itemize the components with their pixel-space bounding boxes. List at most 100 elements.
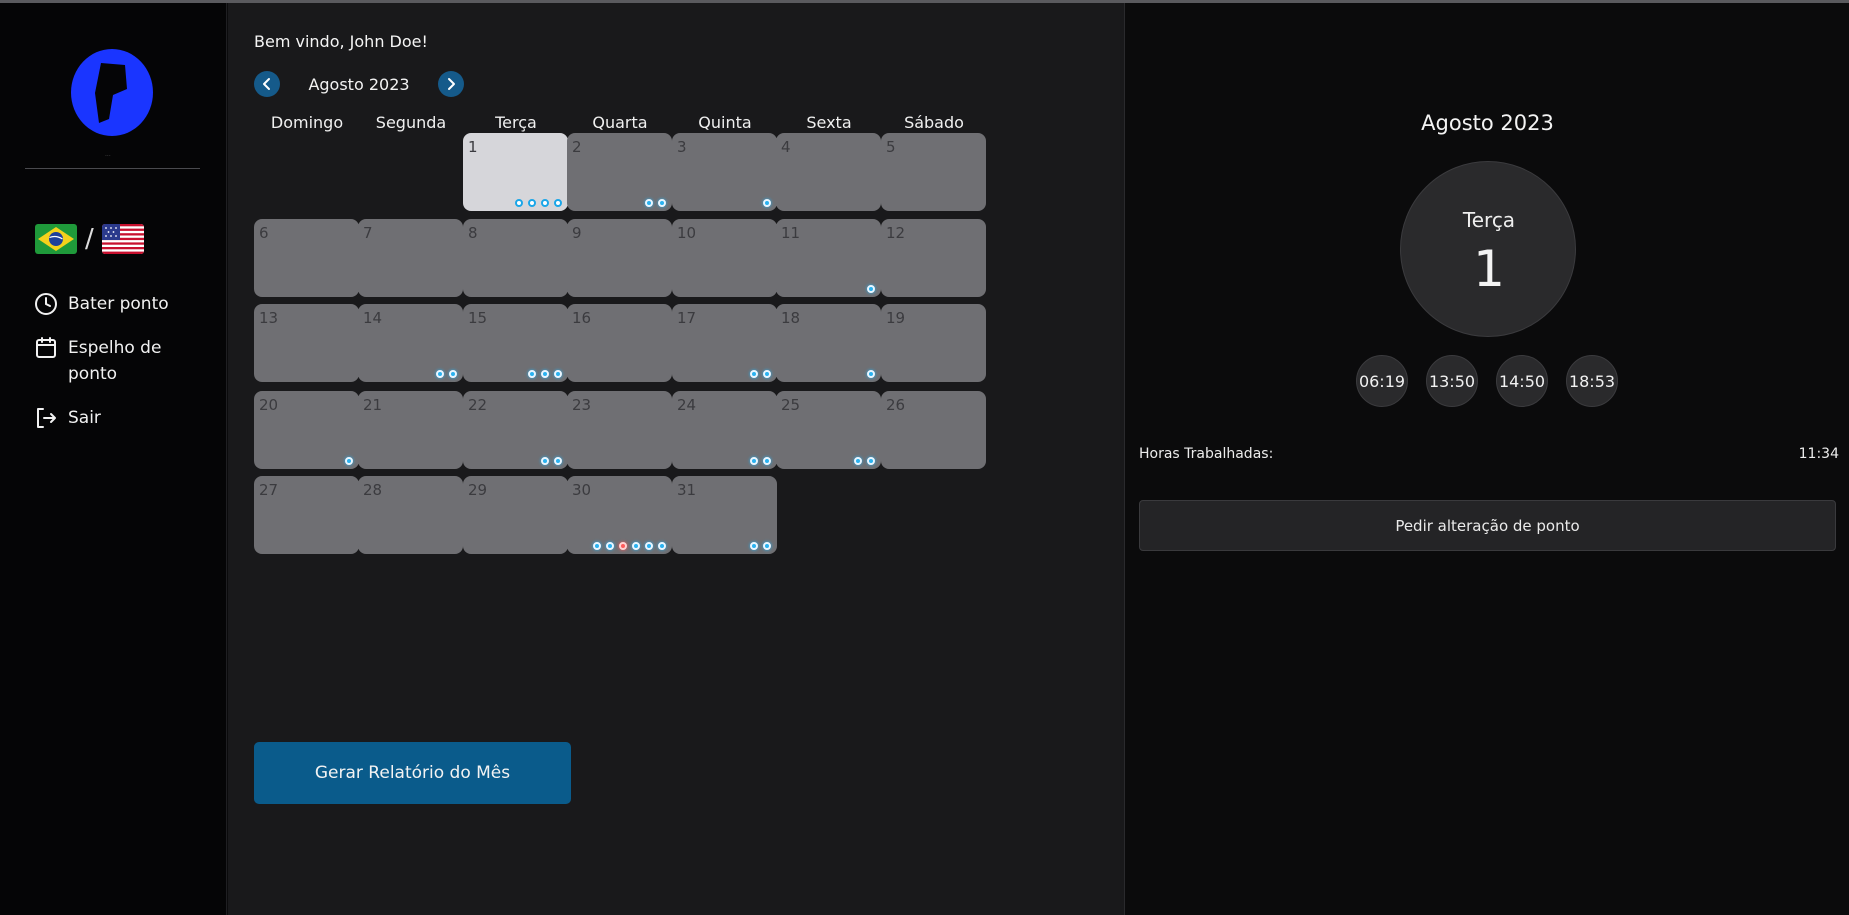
sidebar-divider xyxy=(25,168,200,169)
calendar-day[interactable]: 19 xyxy=(881,304,986,382)
punch-dot xyxy=(763,370,771,378)
punch-dot xyxy=(541,199,549,207)
punch-indicators xyxy=(593,542,666,550)
calendar-day[interactable]: 10 xyxy=(672,219,777,297)
welcome-message: Bem vindo, John Doe! xyxy=(254,32,428,51)
calendar-day[interactable]: 13 xyxy=(254,304,359,382)
calendar-day[interactable]: 6 xyxy=(254,219,359,297)
request-change-button[interactable]: Pedir alteração de ponto xyxy=(1139,500,1836,551)
punch-indicators xyxy=(750,457,771,465)
calendar-day[interactable]: 20 xyxy=(254,391,359,469)
calendar-day[interactable]: 8 xyxy=(463,219,568,297)
calendar-day-number: 5 xyxy=(886,138,896,156)
calendar-day-number: 7 xyxy=(363,224,373,242)
weekday-label: Terça xyxy=(495,113,537,132)
selected-weekday: Terça xyxy=(1462,208,1516,232)
calendar-day[interactable]: 7 xyxy=(358,219,463,297)
punch-indicators xyxy=(867,370,875,378)
language-switcher: / xyxy=(35,221,144,257)
calendar-day-number: 3 xyxy=(677,138,687,156)
calendar-day[interactable]: 2 xyxy=(567,133,672,211)
day-detail-panel: Agosto 2023 Terça 1 06:19 13:50 14:50 18:53… xyxy=(1126,3,1849,915)
calendar-day[interactable]: 11 xyxy=(776,219,881,297)
calendar-day-number: 26 xyxy=(886,396,906,414)
calendar-day[interactable]: 23 xyxy=(567,391,672,469)
calendar-day-number: 28 xyxy=(363,481,383,499)
calendar-day-number: 1 xyxy=(468,138,478,156)
punch-dot xyxy=(436,370,444,378)
calendar-day[interactable]: 25 xyxy=(776,391,881,469)
calendar-day-number: 30 xyxy=(572,481,592,499)
punch-time[interactable]: 06:19 xyxy=(1356,355,1408,407)
nav-espelho-de-ponto[interactable]: Espelho de ponto xyxy=(34,335,188,387)
app-logo xyxy=(71,49,153,136)
calendar-day[interactable]: 21 xyxy=(358,391,463,469)
prev-month-button[interactable] xyxy=(254,71,280,97)
calendar-day[interactable]: 1 xyxy=(463,133,568,211)
calendar-day[interactable]: 14 xyxy=(358,304,463,382)
calendar-day-number: 27 xyxy=(259,481,279,499)
calendar-day[interactable]: 17 xyxy=(672,304,777,382)
punch-indicators xyxy=(645,199,666,207)
calendar-day[interactable]: 15 xyxy=(463,304,568,382)
calendar-day-number: 20 xyxy=(259,396,279,414)
generate-report-button[interactable]: Gerar Relatório do Mês xyxy=(254,742,571,804)
sidebar: ... / Bater ponto Espelho de ponto Sair xyxy=(0,3,227,915)
calendar-icon xyxy=(34,336,58,360)
punch-dot xyxy=(528,199,536,207)
calendar-day-number: 6 xyxy=(259,224,269,242)
calendar-day[interactable]: 5 xyxy=(881,133,986,211)
punch-dot xyxy=(554,370,562,378)
punch-dot xyxy=(345,457,353,465)
nav-bater-ponto[interactable]: Bater ponto xyxy=(34,291,169,317)
next-month-button[interactable] xyxy=(438,71,464,97)
weekday-label: Quarta xyxy=(592,113,648,132)
calendar-day[interactable]: 18 xyxy=(776,304,881,382)
punch-dot xyxy=(541,457,549,465)
punch-dot xyxy=(449,370,457,378)
punch-dot xyxy=(750,542,758,550)
month-navigator: Agosto 2023 xyxy=(254,71,464,97)
calendar-day[interactable]: 28 xyxy=(358,476,463,554)
calendar-day[interactable]: 3 xyxy=(672,133,777,211)
punch-dot xyxy=(528,370,536,378)
punch-indicators xyxy=(763,199,771,207)
punch-dot xyxy=(750,370,758,378)
nav-bater-ponto-label: Bater ponto xyxy=(68,294,169,314)
calendar-day-number: 11 xyxy=(781,224,801,242)
calendar-day[interactable]: 31 xyxy=(672,476,777,554)
calendar-day[interactable]: 27 xyxy=(254,476,359,554)
calendar-day-number: 22 xyxy=(468,396,488,414)
calendar-day-number: 21 xyxy=(363,396,383,414)
calendar-day[interactable]: 30 xyxy=(567,476,672,554)
calendar-day[interactable]: 12 xyxy=(881,219,986,297)
punch-dot xyxy=(541,370,549,378)
punch-time[interactable]: 14:50 xyxy=(1496,355,1548,407)
calendar-day[interactable]: 26 xyxy=(881,391,986,469)
punch-indicators xyxy=(515,199,562,207)
calendar-day[interactable]: 16 xyxy=(567,304,672,382)
chevron-right-icon xyxy=(448,78,455,90)
calendar-day-number: 4 xyxy=(781,138,791,156)
brazil-flag-icon[interactable] xyxy=(35,224,77,254)
punch-dot xyxy=(554,457,562,465)
calendar-day[interactable]: 4 xyxy=(776,133,881,211)
nav-sair[interactable]: Sair xyxy=(34,405,101,431)
punch-dot xyxy=(658,199,666,207)
punch-dot xyxy=(593,542,601,550)
calendar-day[interactable]: 24 xyxy=(672,391,777,469)
calendar-day[interactable]: 22 xyxy=(463,391,568,469)
punch-time[interactable]: 18:53 xyxy=(1566,355,1618,407)
punch-time[interactable]: 13:50 xyxy=(1426,355,1478,407)
calendar-day[interactable]: 9 xyxy=(567,219,672,297)
punch-dot xyxy=(658,542,666,550)
calendar-day-number: 17 xyxy=(677,309,697,327)
selected-day-number: 1 xyxy=(1473,240,1505,298)
calendar-day-number: 31 xyxy=(677,481,697,499)
calendar-day[interactable]: 29 xyxy=(463,476,568,554)
calendar-day-number: 18 xyxy=(781,309,801,327)
weekday-label: Quinta xyxy=(698,113,752,132)
calendar-day-number: 24 xyxy=(677,396,697,414)
usa-flag-icon[interactable] xyxy=(101,224,144,254)
calendar-day-number: 23 xyxy=(572,396,592,414)
